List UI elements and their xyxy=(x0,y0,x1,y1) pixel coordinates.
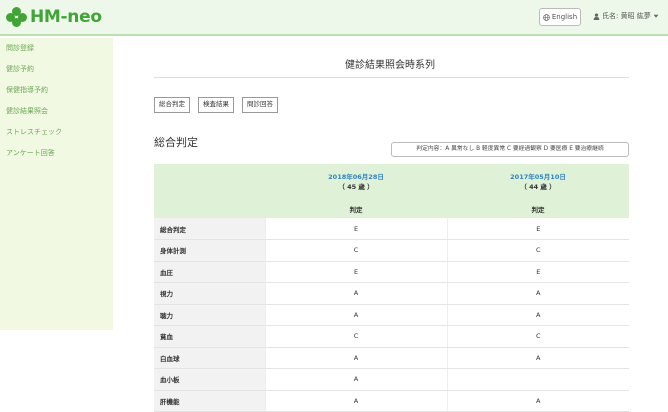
judgment-legend: 判定内容：A 異常なし B 軽度異常 C 要経過観察 D 要医療 E 要治療継続 xyxy=(391,142,629,157)
judgment-cell: C xyxy=(264,239,447,262)
sidebar: 問診登録 健診予約 保健指導予約 健診結果照会 ストレスチェック アンケート回答 xyxy=(0,38,113,330)
table-row: 聴力 A A xyxy=(154,304,629,326)
column-subheader: 判定 xyxy=(265,200,447,218)
table-header-row: 2018年06月28日 （ 45 歳 ） 2017年05月10日 （ 44 歳 … xyxy=(154,164,629,200)
judgment-cell: A xyxy=(446,390,629,412)
row-label: 血小板 xyxy=(154,368,265,391)
column-header-1: 2018年06月28日 （ 45 歳 ） xyxy=(265,164,447,200)
row-label: 血圧 xyxy=(154,261,265,283)
questionnaire-answers-button[interactable]: 問診回答 xyxy=(242,97,278,113)
top-header: HM-neo English 氏名: 黄昭 紘夢 xyxy=(0,0,668,36)
judgment-cell: E xyxy=(446,218,629,240)
judgment-cell: E xyxy=(446,261,629,283)
judgment-cell: A xyxy=(446,282,629,305)
judgment-cell: A xyxy=(446,347,629,369)
row-label: 聴力 xyxy=(154,304,265,326)
results-table: 2018年06月28日 （ 45 歳 ） 2017年05月10日 （ 44 歳 … xyxy=(154,164,629,412)
clover-logo-icon xyxy=(6,7,28,27)
test-results-button[interactable]: 検査結果 xyxy=(198,97,234,113)
user-menu[interactable]: 氏名: 黄昭 紘夢 xyxy=(593,11,659,21)
sidebar-item-checkup-results[interactable]: 健診結果照会 xyxy=(0,101,113,122)
judgment-cell: A xyxy=(264,390,447,412)
title-divider xyxy=(154,77,629,78)
judgment-cell: E xyxy=(264,261,447,283)
table-subheader-row: 判定 判定 xyxy=(154,200,629,218)
table-row: 総合判定 E E xyxy=(154,218,629,240)
column-header-2: 2017年05月10日 （ 44 歳 ） xyxy=(447,164,629,200)
judgment-cell: C xyxy=(446,325,629,348)
logo[interactable]: HM-neo xyxy=(6,5,102,29)
sidebar-item-survey-answer[interactable]: アンケート回答 xyxy=(0,143,113,164)
row-label: 白血球 xyxy=(154,347,265,369)
view-switch-buttons: 総合判定 検査結果 問診回答 xyxy=(154,97,278,113)
column-date: 2017年05月10日 xyxy=(510,173,566,181)
judgment-cell: A xyxy=(264,368,447,391)
row-label: 肝機能 xyxy=(154,390,265,412)
judgment-cell xyxy=(446,368,629,391)
row-label: 総合判定 xyxy=(154,218,265,240)
judgment-cell: A xyxy=(264,282,447,305)
row-label: 貧血 xyxy=(154,325,265,348)
table-row: 血圧 E E xyxy=(154,261,629,283)
table-row: 肝機能 A A xyxy=(154,390,629,412)
sidebar-item-stress-check[interactable]: ストレスチェック xyxy=(0,122,113,143)
language-label: English xyxy=(551,13,578,21)
table-row: 血小板 A xyxy=(154,368,629,391)
sidebar-item-health-guidance-reservation[interactable]: 保健指導予約 xyxy=(0,80,113,101)
judgment-cell: A xyxy=(446,304,629,326)
judgment-cell: A xyxy=(264,347,447,369)
overall-judgment-button[interactable]: 総合判定 xyxy=(154,97,190,113)
judgment-cell: E xyxy=(264,218,447,240)
column-age: （ 44 歳 ） xyxy=(520,183,556,191)
user-name: 氏名: 黄昭 紘夢 xyxy=(602,12,651,20)
table-row: 貧血 C C xyxy=(154,325,629,348)
column-date: 2018年06月28日 xyxy=(328,173,384,181)
judgment-cell: C xyxy=(446,239,629,262)
sidebar-item-checkup-reservation[interactable]: 健診予約 xyxy=(0,59,113,80)
caret-down-icon xyxy=(653,14,659,18)
page-title: 健診結果照会時系列 xyxy=(345,60,435,71)
column-subheader: 判定 xyxy=(447,200,629,218)
globe-icon xyxy=(543,13,550,21)
subheader-blank-cell xyxy=(154,200,265,218)
column-age: （ 45 歳 ） xyxy=(338,183,374,191)
header-blank-cell xyxy=(154,164,265,200)
user-icon xyxy=(593,12,600,20)
judgment-cell: C xyxy=(264,325,447,348)
language-button[interactable]: English xyxy=(539,8,581,26)
row-label: 身体計測 xyxy=(154,239,265,262)
row-label: 視力 xyxy=(154,282,265,305)
table-row: 身体計測 C C xyxy=(154,239,629,262)
logo-text: HM-neo xyxy=(30,7,102,27)
judgment-cell: A xyxy=(264,304,447,326)
sidebar-item-questionnaire-registration[interactable]: 問診登録 xyxy=(0,38,113,59)
table-row: 白血球 A A xyxy=(154,347,629,369)
section-title: 総合判定 xyxy=(154,136,198,149)
table-row: 視力 A A xyxy=(154,282,629,305)
